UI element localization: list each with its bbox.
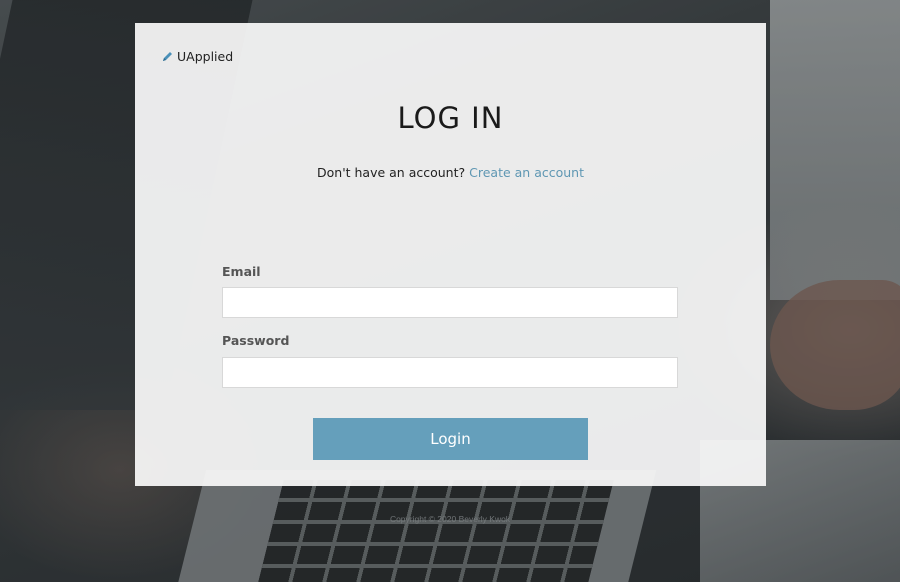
email-label: Email [222,264,261,279]
login-card: UApplied LOG IN Don't have an account? C… [135,23,766,486]
signup-prompt-text: Don't have an account? [317,165,466,180]
page-title: LOG IN [397,101,504,135]
password-field[interactable] [222,357,678,388]
create-account-link[interactable]: Create an account [469,165,584,180]
copyright-text: Copyright © 2020 Beverly Kwok [389,514,511,524]
password-label: Password [222,333,290,348]
email-field[interactable] [222,287,678,318]
pencil-icon [161,50,174,63]
brand-name: UApplied [177,49,234,64]
login-button[interactable]: Login [313,418,588,460]
brand-logo[interactable]: UApplied [161,49,233,64]
signup-prompt: Don't have an account? Create an account [135,165,766,180]
